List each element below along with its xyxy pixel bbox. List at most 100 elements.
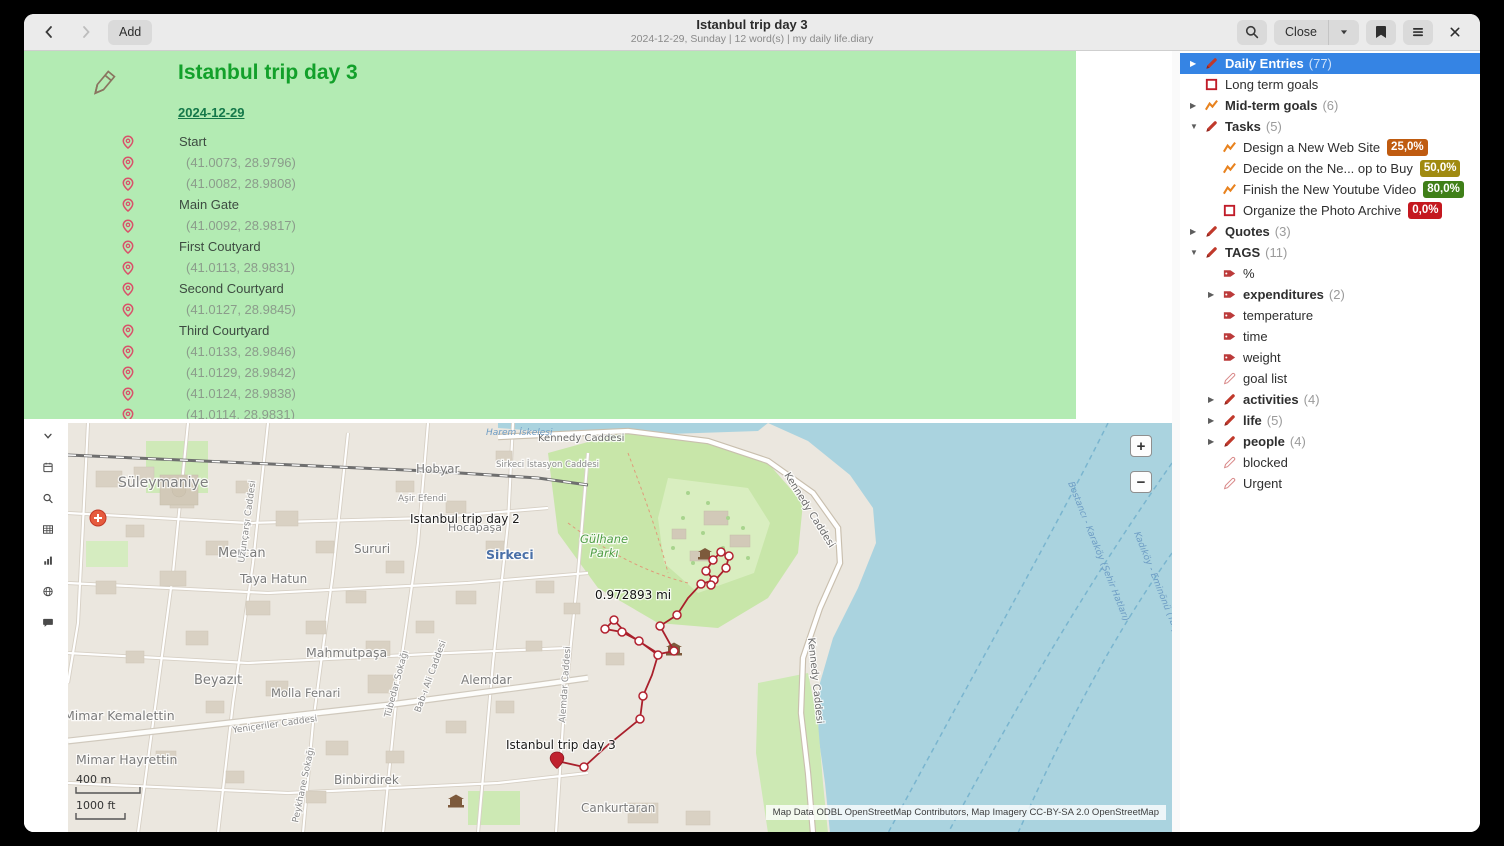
sidebar-item-quotes[interactable]: Quotes (3) (1180, 221, 1480, 242)
item-count: (5) (1267, 413, 1283, 428)
pencil-icon (1222, 413, 1237, 428)
close-options-button[interactable] (1329, 20, 1359, 45)
pencil-icon (1204, 56, 1219, 71)
add-button[interactable]: Add (108, 20, 152, 45)
map-view[interactable]: 400 m 1000 ft Kennedy Caddesi Kennedy Ca… (68, 423, 1172, 832)
list-item: (41.0113, 28.9831) (121, 257, 296, 278)
sidebar-item-mid-term-goals[interactable]: Mid-term goals (6) (1180, 95, 1480, 116)
map-pin-icon (121, 198, 135, 212)
forward-button[interactable] (71, 20, 101, 45)
item-count: (3) (1275, 224, 1291, 239)
window-close-button[interactable] (1440, 20, 1470, 45)
sidebar-item-task-decide-laptop[interactable]: Decide on the Ne... op to Buy 50,0% (1180, 158, 1480, 179)
expander-icon[interactable] (1188, 122, 1204, 131)
calendar-icon (42, 459, 54, 476)
sidebar-item-tasks[interactable]: Tasks (5) (1180, 116, 1480, 137)
window-title: Istanbul trip day 3 (631, 17, 873, 33)
map-label: Sirkeci (486, 547, 534, 562)
map-label: Mimar Hayrettin (76, 752, 177, 767)
sidebar-item-tag-weight[interactable]: weight (1180, 347, 1480, 368)
sidebar-item-daily-entries[interactable]: Daily Entries (77) (1180, 53, 1480, 74)
map-pin-icon (121, 303, 135, 317)
collapse-panel-button[interactable] (36, 425, 60, 447)
list-item: Third Courtyard (121, 320, 296, 341)
item-label: life (1243, 413, 1262, 428)
close-entry-button[interactable]: Close (1274, 20, 1329, 45)
sidebar-item-task-design-web-site[interactable]: Design a New Web Site 25,0% (1180, 137, 1480, 158)
sidebar-item-task-organize-photos[interactable]: Organize the Photo Archive 0,0% (1180, 200, 1480, 221)
sidebar-item-tag-life[interactable]: life (5) (1180, 410, 1480, 431)
pane-splitter[interactable] (1172, 51, 1180, 832)
comments-tool-button[interactable] (36, 611, 60, 633)
expander-icon[interactable] (1188, 101, 1204, 110)
entry-pane: Istanbul trip day 3 2024-12-29 Start (41… (24, 51, 1172, 832)
table-icon (42, 521, 54, 538)
pencil-icon (1204, 224, 1219, 239)
sidebar-item-tag-blocked[interactable]: blocked (1180, 452, 1480, 473)
tag-icon (1222, 266, 1237, 281)
back-button[interactable] (34, 20, 64, 45)
expander-icon[interactable] (1206, 395, 1222, 404)
sidebar-item-tag-temperature[interactable]: temperature (1180, 305, 1480, 326)
item-label: Daily Entries (1225, 56, 1304, 71)
list-item: Start (121, 131, 296, 152)
item-label: Decide on the Ne... op to Buy (1243, 161, 1413, 176)
sidebar-item-tag-percent[interactable]: % (1180, 263, 1480, 284)
search-button[interactable] (1237, 20, 1267, 45)
map-label: Parkı (590, 546, 619, 560)
list-item: (41.0129, 28.9842) (121, 362, 296, 383)
sidebar-item-task-finish-video[interactable]: Finish the New Youtube Video 80,0% (1180, 179, 1480, 200)
sidebar-item-tag-goal-list[interactable]: goal list (1180, 368, 1480, 389)
main-menu-button[interactable] (1403, 20, 1433, 45)
item-label: Design a New Web Site (1243, 140, 1380, 155)
sidebar-item-long-term-goals[interactable]: Long term goals (1180, 74, 1480, 95)
map-label: Molla Fenari (271, 686, 340, 700)
pencil-icon (1204, 119, 1219, 134)
chart-tool-button[interactable] (36, 549, 60, 571)
item-label: weight (1243, 350, 1281, 365)
entry-date-link[interactable]: 2024-12-29 (178, 105, 245, 120)
item-label: Organize the Photo Archive (1243, 203, 1401, 218)
expander-icon[interactable] (1188, 227, 1204, 236)
map-tool-button[interactable] (36, 580, 60, 602)
chart-icon (1204, 98, 1219, 113)
progress-badge: 80,0% (1423, 181, 1464, 198)
pencil-outline-icon (1222, 476, 1237, 491)
entry-editor[interactable]: Istanbul trip day 3 2024-12-29 Start (41… (24, 51, 1172, 419)
header-right-group: Close (1237, 20, 1470, 45)
headerbar: Add Istanbul trip day 3 2024-12-29, Sund… (24, 14, 1480, 51)
chart-icon (1222, 182, 1237, 197)
bookmark-toggle-button[interactable] (1366, 20, 1396, 45)
sidebar-item-tag-activities[interactable]: activities (4) (1180, 389, 1480, 410)
item-count: (6) (1322, 98, 1338, 113)
expander-icon[interactable] (1206, 416, 1222, 425)
tag-icon (1222, 350, 1237, 365)
entry-title: Istanbul trip day 3 (178, 61, 358, 85)
expander-icon[interactable] (1188, 248, 1204, 257)
route-label: Istanbul trip day 2 (410, 512, 520, 526)
sidebar-item-tag-urgent[interactable]: Urgent (1180, 473, 1480, 494)
map-pin-icon (121, 408, 135, 420)
progress-badge: 0,0% (1408, 202, 1442, 219)
sidebar-item-tag-time[interactable]: time (1180, 326, 1480, 347)
item-label: Mid-term goals (1225, 98, 1317, 113)
item-count: (2) (1329, 287, 1345, 302)
expander-icon[interactable] (1188, 59, 1204, 68)
sidebar-item-tag-expenditures[interactable]: expenditures (2) (1180, 284, 1480, 305)
sidebar-item-tags[interactable]: TAGS (11) (1180, 242, 1480, 263)
calendar-tool-button[interactable] (36, 456, 60, 478)
zoom-out-button[interactable]: − (1130, 471, 1152, 493)
zoom-in-button[interactable]: + (1130, 435, 1152, 457)
app-window: Add Istanbul trip day 3 2024-12-29, Sund… (24, 14, 1480, 832)
search-tool-button[interactable] (36, 487, 60, 509)
map-pin-icon (121, 156, 135, 170)
progress-badge: 25,0% (1387, 139, 1428, 156)
expander-icon[interactable] (1206, 437, 1222, 446)
map-pin-icon (121, 177, 135, 191)
expander-icon[interactable] (1206, 290, 1222, 299)
item-count: (5) (1266, 119, 1282, 134)
sidebar-item-tag-people[interactable]: people (4) (1180, 431, 1480, 452)
table-tool-button[interactable] (36, 518, 60, 540)
map-pin-icon (121, 135, 135, 149)
map-pin-icon (121, 366, 135, 380)
